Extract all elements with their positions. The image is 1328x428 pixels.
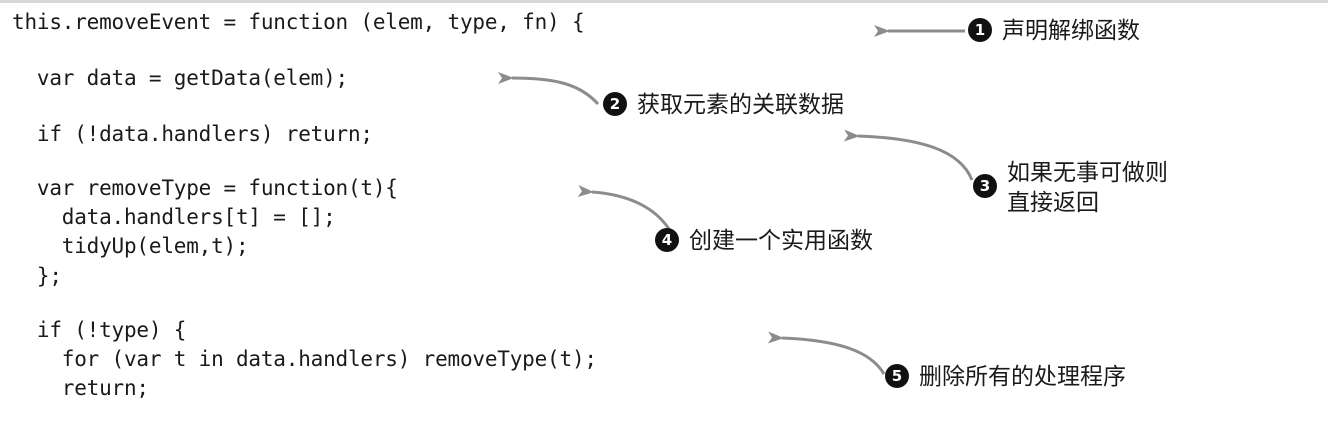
number-badge: 1: [968, 18, 992, 42]
annotation-text: 如果无事可做则 直接返回: [1007, 160, 1168, 216]
number-badge: 3: [973, 174, 997, 198]
annotation-4: 4 创建一个实用函数: [655, 226, 873, 256]
arrow-3: [843, 129, 974, 181]
annotation-text: 删除所有的处理程序: [919, 364, 1126, 390]
number-badge: 4: [655, 228, 679, 252]
annotation-text: 声明解绑函数: [1002, 18, 1140, 44]
number-badge: 5: [885, 364, 909, 388]
annotation-3: 3 如果无事可做则 直接返回: [973, 158, 1168, 218]
annotation-text: 创建一个实用函数: [689, 228, 873, 254]
annotation-1: 1 声明解绑函数: [968, 16, 1140, 46]
annotation-5: 5 删除所有的处理程序: [885, 362, 1126, 392]
number-badge: 2: [603, 92, 627, 116]
annotation-text: 获取元素的关联数据: [637, 92, 844, 118]
arrow-2: [497, 71, 600, 106]
arrow-5: [767, 331, 886, 375]
annotation-2: 2 获取元素的关联数据: [603, 90, 844, 120]
